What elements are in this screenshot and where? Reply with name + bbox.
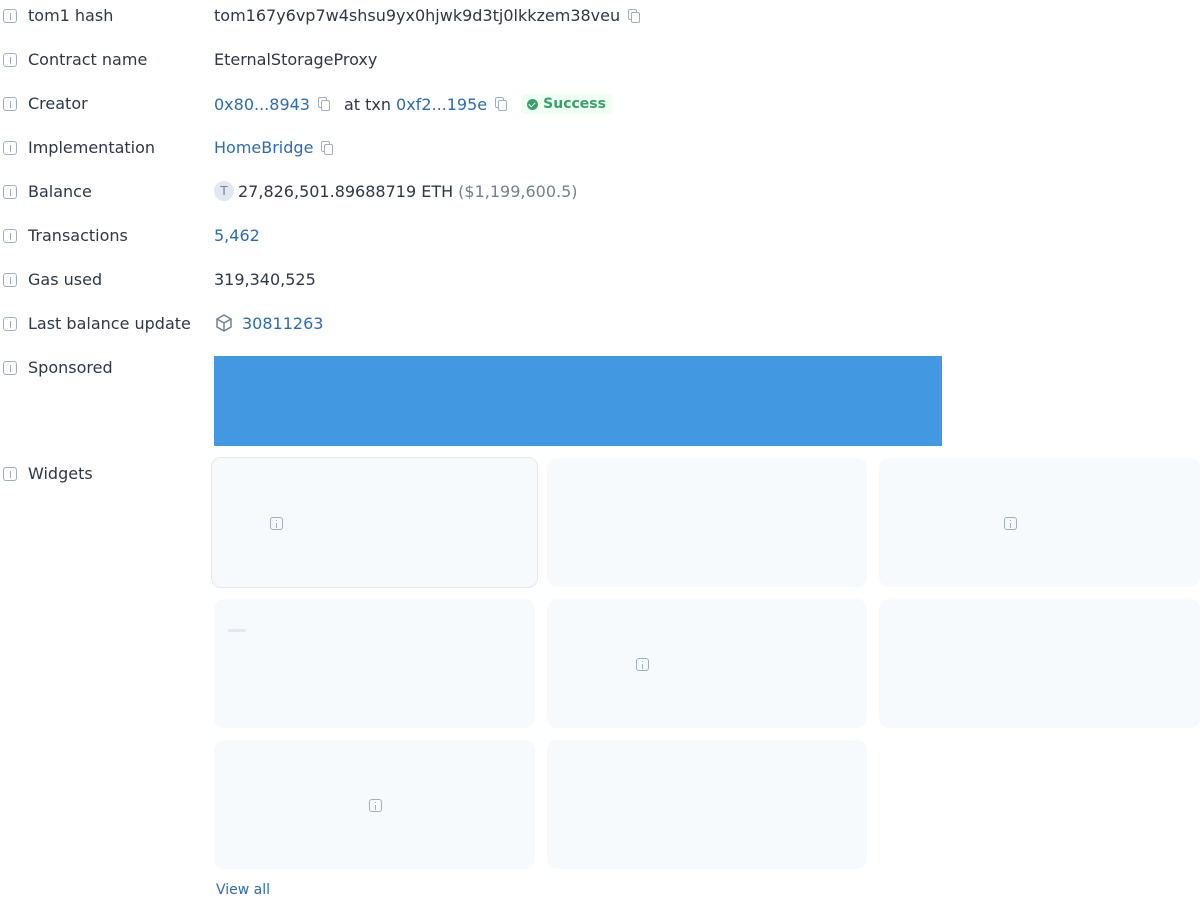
gas-used-value: 319,340,525 <box>214 270 316 289</box>
contract-name-value: EternalStorageProxy <box>214 50 378 69</box>
hash-label: tom1 hash <box>28 6 114 25</box>
hash-value: tom167y6vp7w4shsu9yx0hjwk9d3tj0lkkzem38v… <box>214 6 621 25</box>
implementation-link[interactable]: HomeBridge <box>214 138 313 157</box>
info-icon[interactable] <box>3 229 17 243</box>
creator-txn-link[interactable]: 0xf2...195e <box>396 95 487 114</box>
info-icon <box>270 517 283 530</box>
balance-usd: ($1,199,600.5) <box>458 181 578 201</box>
block-link[interactable]: 30811263 <box>242 314 323 333</box>
copy-icon[interactable] <box>317 97 330 111</box>
info-icon[interactable] <box>3 9 17 23</box>
info-icon <box>1004 517 1017 530</box>
widget-card[interactable] <box>547 458 867 587</box>
sponsored-banner[interactable] <box>214 356 942 446</box>
contract-name-label: Contract name <box>28 50 148 69</box>
gas-used-value-wrap: 319,340,525 <box>214 270 316 289</box>
transactions-label: Transactions <box>28 226 128 245</box>
view-all-link[interactable]: View all <box>216 882 270 898</box>
row-transactions: Transactions 5,462 <box>0 220 1200 252</box>
balance-amount: 27,826,501.89688719 ETH <box>238 181 454 201</box>
row-contract-name: Contract name EternalStorageProxy <box>0 44 1200 76</box>
status-badge: Success <box>521 94 612 114</box>
widget-card[interactable] <box>547 740 867 869</box>
widget-card[interactable] <box>879 458 1200 587</box>
gas-used-label: Gas used <box>28 270 103 289</box>
creator-value-wrap: 0x80...8943 at txn 0xf2...195e Success <box>214 94 612 114</box>
copy-icon[interactable] <box>321 140 334 155</box>
info-icon <box>636 658 649 671</box>
row-implementation: Implementation HomeBridge <box>0 132 1200 164</box>
status-text: Success <box>543 96 606 112</box>
info-icon <box>369 799 382 812</box>
row-hash: tom1 hash tom167y6vp7w4shsu9yx0hjwk9d3tj… <box>0 0 1200 32</box>
implementation-label: Implementation <box>28 138 156 157</box>
widget-card[interactable] <box>214 599 535 728</box>
transactions-link[interactable]: 5,462 <box>214 226 260 245</box>
info-icon[interactable] <box>3 97 17 111</box>
check-circle-icon <box>527 98 539 110</box>
info-icon[interactable] <box>3 361 17 375</box>
sponsored-label: Sponsored <box>28 358 113 377</box>
hash-value-wrap: tom167y6vp7w4shsu9yx0hjwk9d3tj0lkkzem38v… <box>214 6 641 25</box>
info-icon[interactable] <box>3 467 17 481</box>
last-balance-update-value-wrap: 30811263 <box>214 313 323 333</box>
info-icon[interactable] <box>3 141 17 155</box>
contract-name-value-wrap: EternalStorageProxy <box>214 50 377 69</box>
info-icon[interactable] <box>3 185 17 199</box>
widget-card[interactable] <box>879 599 1200 728</box>
widgets-label: Widgets <box>28 464 93 483</box>
creator-address-link[interactable]: 0x80...8943 <box>214 95 310 114</box>
row-last-balance-update: Last balance update 30811263 <box>0 308 1200 340</box>
widget-card[interactable] <box>547 599 867 728</box>
balance-value-wrap: T 27,826,501.89688719 ETH ($1,199,600.5) <box>214 181 578 201</box>
info-icon[interactable] <box>3 317 17 331</box>
copy-icon[interactable] <box>495 97 508 111</box>
copy-icon[interactable] <box>628 8 641 23</box>
implementation-value-wrap: HomeBridge <box>214 138 334 157</box>
loading-placeholder <box>228 629 246 632</box>
balance-label: Balance <box>28 182 92 201</box>
token-icon: T <box>214 181 234 201</box>
row-gas-used: Gas used 319,340,525 <box>0 264 1200 296</box>
info-icon[interactable] <box>3 53 17 67</box>
widget-card[interactable] <box>214 740 535 869</box>
at-txn-text: at txn <box>343 94 392 114</box>
transactions-value-wrap: 5,462 <box>214 226 260 245</box>
row-balance: Balance T 27,826,501.89688719 ETH ($1,19… <box>0 176 1200 208</box>
widget-card[interactable] <box>211 457 538 588</box>
last-balance-update-label: Last balance update <box>28 314 191 333</box>
creator-label: Creator <box>28 94 88 113</box>
block-cube-icon <box>216 314 232 332</box>
row-creator: Creator 0x80...8943 at txn 0xf2...195e S… <box>0 88 1200 120</box>
info-icon[interactable] <box>3 273 17 287</box>
